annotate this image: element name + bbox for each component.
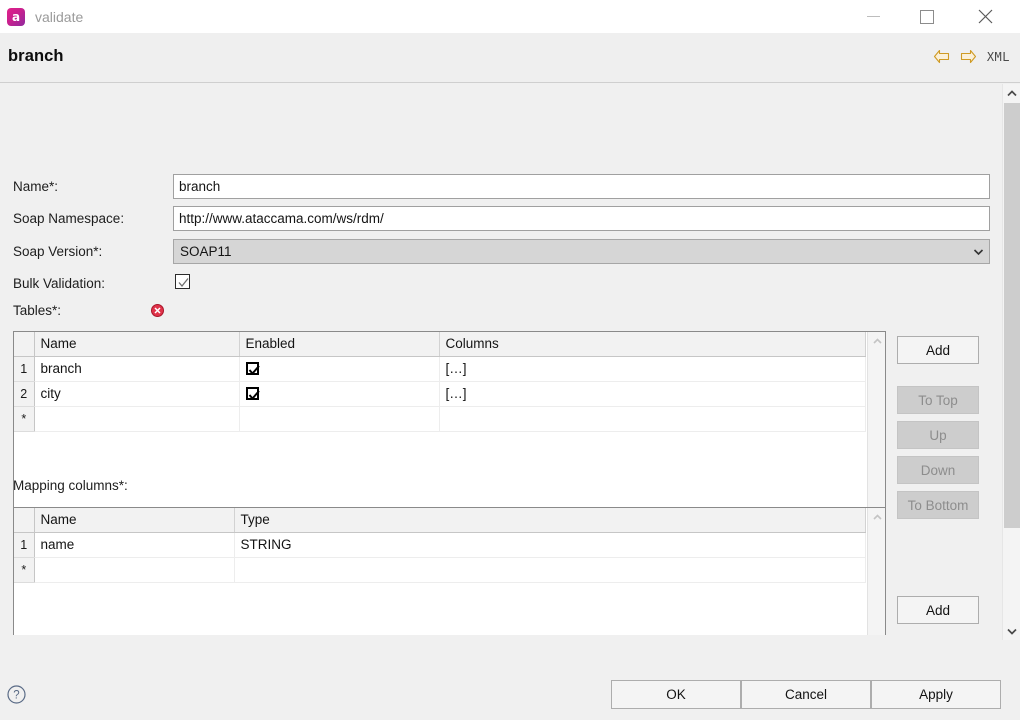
tables-col-name[interactable]: Name xyxy=(34,332,239,356)
new-row[interactable]: * xyxy=(14,406,866,431)
tables-table: Name Enabled Columns 1 branch xyxy=(14,332,866,432)
row-number: 1 xyxy=(14,532,34,557)
soap-version-select[interactable]: SOAP11 xyxy=(173,239,990,264)
soap-namespace-label: Soap Namespace: xyxy=(13,211,124,226)
cell-enabled[interactable] xyxy=(239,356,439,381)
mapping-add-button[interactable]: Add xyxy=(897,596,979,624)
arrow-right-icon[interactable] xyxy=(960,49,977,64)
cell-name[interactable] xyxy=(34,406,239,431)
tables-down-button[interactable]: Down xyxy=(897,456,979,484)
dialog-vscrollbar[interactable] xyxy=(1002,84,1020,640)
ataccama-logo-icon: a xyxy=(7,8,25,26)
row-number: 1 xyxy=(14,356,34,381)
tables-grid-viewport: Name Enabled Columns 1 branch xyxy=(14,332,866,528)
apply-button[interactable]: Apply xyxy=(871,680,1001,709)
new-row[interactable]: * xyxy=(14,557,866,582)
scroll-down-icon[interactable] xyxy=(1003,622,1020,640)
check-icon xyxy=(177,276,190,289)
cell-enabled[interactable] xyxy=(239,406,439,431)
chevron-down-icon xyxy=(967,240,989,263)
mapping-col-type[interactable]: Type xyxy=(234,508,866,532)
ok-button[interactable]: OK xyxy=(611,680,741,709)
mapping-header-row: Name Type xyxy=(14,508,866,532)
close-glyph xyxy=(977,8,994,25)
mapping-col-name[interactable]: Name xyxy=(34,508,234,532)
scroll-up-icon[interactable] xyxy=(868,508,886,525)
new-row-marker: * xyxy=(14,557,34,582)
tables-col-enabled[interactable]: Enabled xyxy=(239,332,439,356)
arrow-left-icon[interactable] xyxy=(933,49,950,64)
cancel-button[interactable]: Cancel xyxy=(741,680,871,709)
minimize-icon[interactable] xyxy=(850,0,896,33)
tables-label: Tables*: xyxy=(13,303,61,318)
svg-text:?: ? xyxy=(13,690,19,702)
cell-columns[interactable]: […] xyxy=(439,356,866,381)
table-row[interactable]: 1 name STRING xyxy=(14,532,866,557)
cell-name[interactable]: city xyxy=(34,381,239,406)
header-toolbar: XML xyxy=(933,49,1010,64)
mapping-columns-grid[interactable]: Name Type 1 name STRING * xyxy=(13,507,886,635)
cell-name[interactable]: branch xyxy=(34,356,239,381)
window-title-bar: a validate xyxy=(0,0,1020,33)
cell-type[interactable]: STRING xyxy=(234,532,866,557)
tables-up-button[interactable]: Up xyxy=(897,421,979,449)
minimize-bar xyxy=(867,16,880,17)
app-icon-glyph: a xyxy=(7,8,25,26)
page-title: branch xyxy=(8,47,64,66)
tables-col-columns[interactable]: Columns xyxy=(439,332,866,356)
row-header-corner xyxy=(14,508,34,532)
cell-name[interactable] xyxy=(34,557,234,582)
check-icon xyxy=(248,389,261,402)
table-row[interactable]: 1 branch […] xyxy=(14,356,866,381)
soap-namespace-input[interactable]: http://www.ataccama.com/ws/rdm/ xyxy=(173,206,990,231)
soap-version-label: Soap Version*: xyxy=(13,244,102,259)
mapping-columns-label: Mapping columns*: xyxy=(13,478,128,493)
scroll-up-icon[interactable] xyxy=(1003,84,1020,102)
row-number: 2 xyxy=(14,381,34,406)
name-input[interactable]: branch xyxy=(173,174,990,199)
window-title: validate xyxy=(35,9,83,25)
bulk-validation-label: Bulk Validation: xyxy=(13,276,105,291)
tables-header-row: Name Enabled Columns xyxy=(14,332,866,356)
mapping-grid-viewport: Name Type 1 name STRING * xyxy=(14,508,866,635)
tables-to-bottom-button[interactable]: To Bottom xyxy=(897,491,979,519)
dialog-footer: ? OK Cancel Apply xyxy=(0,640,1020,720)
tables-add-button[interactable]: Add xyxy=(897,336,979,364)
maximize-box xyxy=(920,10,934,24)
close-icon[interactable] xyxy=(962,0,1008,33)
check-icon xyxy=(248,364,261,377)
xml-view-link[interactable]: XML xyxy=(987,50,1010,64)
mapping-grid-vscrollbar[interactable] xyxy=(867,508,885,635)
enabled-checkbox[interactable] xyxy=(246,362,259,375)
cell-type[interactable] xyxy=(234,557,866,582)
mapping-table: Name Type 1 name STRING * xyxy=(14,508,866,583)
bulk-validation-checkbox[interactable] xyxy=(175,274,190,289)
error-badge-icon xyxy=(151,304,164,317)
cell-columns[interactable] xyxy=(439,406,866,431)
row-header-corner xyxy=(14,332,34,356)
name-label: Name*: xyxy=(13,179,58,194)
table-row[interactable]: 2 city […] xyxy=(14,381,866,406)
tables-grid-vscrollbar[interactable] xyxy=(867,332,885,528)
tables-to-top-button[interactable]: To Top xyxy=(897,386,979,414)
cell-enabled[interactable] xyxy=(239,381,439,406)
help-question-icon[interactable]: ? xyxy=(7,685,26,707)
scroll-thumb[interactable] xyxy=(1004,103,1020,528)
dialog-body: Name*: branch Soap Namespace: http://www… xyxy=(0,84,992,640)
soap-version-value: SOAP11 xyxy=(180,240,232,263)
scroll-up-icon[interactable] xyxy=(868,332,886,349)
new-row-marker: * xyxy=(14,406,34,431)
cell-columns[interactable]: […] xyxy=(439,381,866,406)
cell-name[interactable]: name xyxy=(34,532,234,557)
maximize-icon[interactable] xyxy=(904,0,950,33)
dialog-header: branch XML xyxy=(0,33,1020,83)
enabled-checkbox[interactable] xyxy=(246,387,259,400)
